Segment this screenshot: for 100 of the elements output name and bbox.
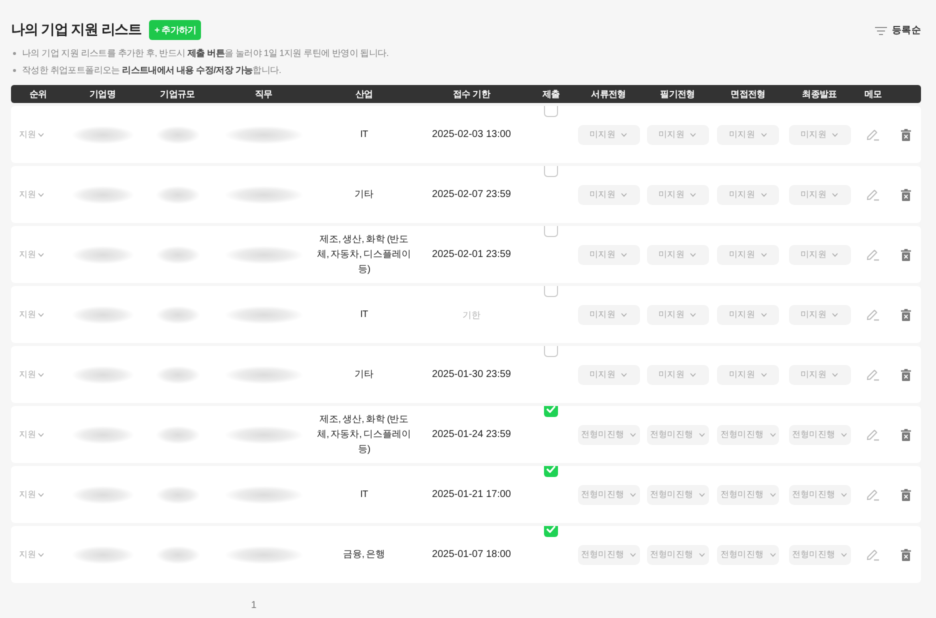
checkbox[interactable]: [544, 106, 558, 117]
trash-icon[interactable]: [900, 188, 910, 200]
chevron-icon: [38, 372, 44, 376]
chevron-icon: [832, 312, 838, 316]
chevron-icon: [630, 492, 636, 496]
checkbox[interactable]: [544, 166, 558, 177]
pencil-icon[interactable]: [866, 368, 880, 381]
stage-select[interactable]: 미지원: [646, 124, 708, 144]
stage-select[interactable]: 전형미진행: [578, 484, 640, 504]
stage-select[interactable]: 미지원: [578, 244, 640, 264]
stage-select[interactable]: 전형미진행: [788, 544, 850, 564]
stage-select[interactable]: 전형미진행: [578, 424, 640, 444]
stage-select[interactable]: 미지원: [717, 124, 779, 144]
rank-select[interactable]: 지원: [19, 128, 44, 140]
stage-select[interactable]: 미지원: [788, 244, 850, 264]
chevron-icon: [621, 192, 628, 196]
stage-select[interactable]: 미지원: [788, 124, 850, 144]
rank-select[interactable]: 지원: [19, 428, 44, 440]
note-text: 나의 기업 지원 리스트를 추가한 후, 반드시 제출 버튼을 눌러야 1일 1지원 루틴에 반영이 됩니다.: [22, 47, 389, 60]
rank-select[interactable]: 지원: [19, 308, 44, 320]
stage-select[interactable]: 미지원: [717, 304, 779, 324]
chevron-icon: [38, 192, 44, 196]
page-number[interactable]: 1: [251, 600, 257, 611]
stage-select[interactable]: 미지원: [717, 364, 779, 384]
stage-select[interactable]: 미지원: [578, 124, 640, 144]
sort-button[interactable]: 등록순: [874, 24, 921, 37]
column-header: 제출: [541, 88, 561, 100]
stage-select[interactable]: 미지원: [578, 364, 640, 384]
rank-select[interactable]: 지원: [19, 548, 44, 560]
chevron-icon: [841, 432, 848, 436]
column-header: 기업명: [88, 88, 117, 100]
stage-select[interactable]: 전형미진행: [646, 544, 708, 564]
stage-select[interactable]: 미지원: [717, 184, 779, 204]
chevron-icon: [760, 132, 767, 136]
chevron-icon: [770, 432, 776, 436]
trash-icon[interactable]: [900, 368, 910, 380]
stage-select[interactable]: 미지원: [788, 364, 850, 384]
column-header: 메모: [863, 88, 883, 100]
pencil-icon[interactable]: [866, 488, 880, 501]
stage-select[interactable]: 미지원: [788, 184, 850, 204]
pencil-icon[interactable]: [866, 428, 880, 441]
trash-icon[interactable]: [900, 308, 910, 320]
stage-select[interactable]: 전형미진행: [578, 544, 640, 564]
deadline-field[interactable]: 기한: [442, 310, 502, 320]
deadline-text: 2025-01-07 18:00: [432, 549, 511, 560]
chevron-icon: [621, 132, 628, 136]
stage-select[interactable]: 전형미진행: [646, 484, 708, 504]
checkbox[interactable]: [544, 466, 558, 477]
checkbox[interactable]: [544, 286, 558, 297]
chevron-icon: [38, 432, 44, 436]
pencil-icon[interactable]: [866, 548, 880, 561]
trash-icon[interactable]: [900, 128, 910, 140]
chevron-icon: [621, 252, 628, 256]
checkbox[interactable]: [544, 346, 558, 357]
checkbox[interactable]: [544, 226, 558, 237]
rank-select[interactable]: 지원: [19, 188, 44, 200]
trash-icon[interactable]: [900, 248, 910, 260]
stage-select[interactable]: 미지원: [646, 304, 708, 324]
column-header: 최종발표: [801, 88, 838, 100]
trash-icon[interactable]: [900, 428, 910, 440]
pencil-icon[interactable]: [866, 248, 880, 261]
pencil-icon[interactable]: [866, 128, 880, 141]
rank-select[interactable]: 지원: [19, 488, 44, 500]
column-header: 서류전형: [590, 88, 627, 100]
trash-icon[interactable]: [900, 488, 910, 500]
chevron-icon: [760, 252, 767, 256]
rank-select[interactable]: 지원: [19, 368, 44, 380]
stage-select[interactable]: 전형미진행: [717, 484, 779, 504]
stage-select[interactable]: 미지원: [717, 244, 779, 264]
stage-select[interactable]: 전형미진행: [717, 424, 779, 444]
chevron-icon: [699, 492, 706, 496]
pencil-icon[interactable]: [866, 308, 880, 321]
column-header: 산업: [354, 88, 374, 100]
chevron-icon: [770, 492, 776, 496]
industry-text: IT: [360, 488, 368, 502]
stage-select[interactable]: 전형미진행: [788, 424, 850, 444]
page-title: 나의 기업 지원 리스트: [11, 20, 142, 39]
stage-select[interactable]: 전형미진행: [788, 484, 850, 504]
deadline-text: 2025-02-01 23:59: [432, 249, 511, 260]
filter-icon: [874, 26, 887, 34]
chevron-icon: [841, 552, 848, 556]
checkbox[interactable]: [544, 406, 558, 417]
stage-select[interactable]: 미지원: [646, 244, 708, 264]
chevron-icon: [630, 432, 636, 436]
stage-select[interactable]: 미지원: [646, 184, 708, 204]
column-header: 필기전형: [659, 88, 696, 100]
stage-select[interactable]: 미지원: [578, 184, 640, 204]
stage-select[interactable]: 전형미진행: [646, 424, 708, 444]
pencil-icon[interactable]: [866, 188, 880, 201]
chevron-icon: [841, 492, 848, 496]
bullet-icon: [13, 52, 16, 55]
stage-select[interactable]: 미지원: [646, 364, 708, 384]
column-header: 면접전형: [730, 88, 766, 100]
trash-icon[interactable]: [900, 548, 910, 560]
stage-select[interactable]: 미지원: [788, 304, 850, 324]
add-button[interactable]: + 추가하기: [149, 20, 202, 40]
stage-select[interactable]: 전형미진행: [717, 544, 779, 564]
checkbox[interactable]: [544, 526, 558, 537]
stage-select[interactable]: 미지원: [578, 304, 640, 324]
rank-select[interactable]: 지원: [19, 248, 44, 260]
